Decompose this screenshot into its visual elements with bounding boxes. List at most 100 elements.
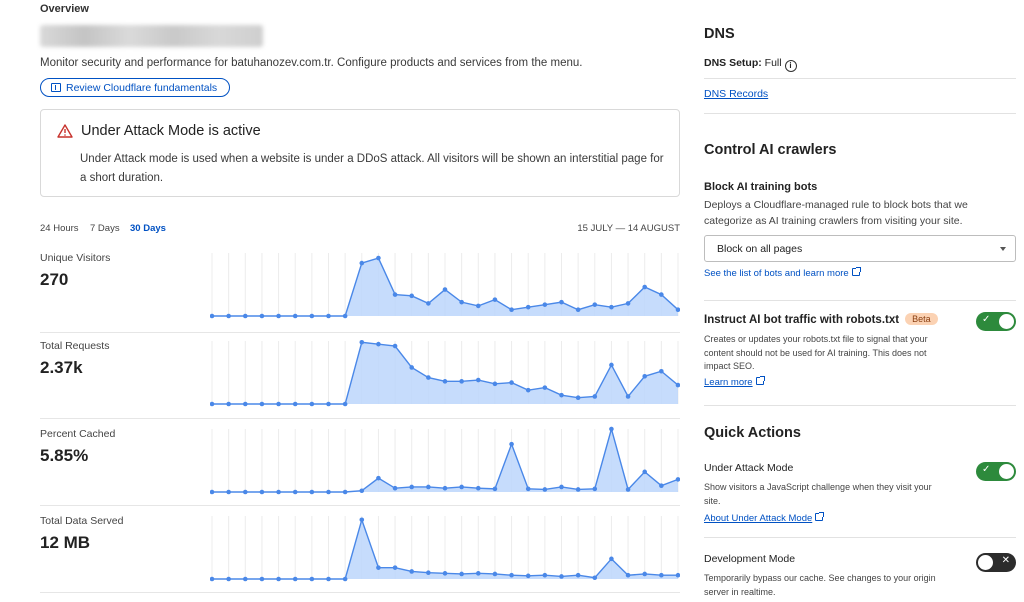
data-point[interactable]	[226, 313, 231, 319]
data-point[interactable]	[359, 339, 365, 345]
data-point[interactable]	[525, 387, 531, 393]
dev-mode-toggle[interactable]: ✕	[976, 553, 1016, 572]
data-point[interactable]	[459, 299, 464, 305]
data-point[interactable]	[542, 487, 548, 492]
data-point[interactable]	[392, 565, 398, 570]
info-icon[interactable]: i	[784, 60, 797, 72]
dns-records-link[interactable]: DNS Records	[704, 88, 768, 100]
data-point[interactable]	[542, 572, 548, 578]
data-point[interactable]	[342, 401, 348, 407]
data-point[interactable]	[326, 576, 331, 582]
data-point[interactable]	[609, 426, 614, 432]
data-point[interactable]	[475, 303, 481, 309]
data-point[interactable]	[442, 571, 448, 576]
data-point[interactable]	[376, 341, 381, 347]
data-point[interactable]	[642, 373, 648, 379]
data-point[interactable]	[475, 485, 481, 491]
data-point[interactable]	[242, 313, 248, 319]
data-point[interactable]	[292, 576, 298, 582]
data-point[interactable]	[426, 375, 431, 380]
data-point[interactable]	[392, 343, 398, 349]
data-point[interactable]	[226, 576, 231, 582]
data-point[interactable]	[625, 394, 631, 399]
uam-about-link[interactable]: About Under Attack Mode	[704, 512, 825, 524]
data-point[interactable]	[609, 304, 614, 310]
data-point[interactable]	[659, 483, 664, 488]
data-point[interactable]	[442, 287, 448, 292]
data-point[interactable]	[442, 485, 448, 491]
data-point[interactable]	[542, 302, 548, 307]
data-point[interactable]	[559, 574, 564, 579]
data-point[interactable]	[309, 576, 315, 582]
data-point[interactable]	[242, 401, 248, 407]
data-point[interactable]	[575, 487, 581, 492]
data-point[interactable]	[409, 365, 415, 370]
data-point[interactable]	[226, 401, 231, 407]
data-point[interactable]	[442, 379, 448, 384]
data-point[interactable]	[592, 486, 598, 492]
data-point[interactable]	[509, 572, 514, 578]
data-point[interactable]	[625, 572, 631, 578]
data-point[interactable]	[642, 284, 648, 290]
data-point[interactable]	[492, 381, 498, 387]
range-24-hours[interactable]: 24 Hours	[40, 223, 79, 234]
data-point[interactable]	[359, 488, 365, 494]
data-point[interactable]	[259, 313, 265, 319]
data-point[interactable]	[259, 576, 265, 582]
data-point[interactable]	[392, 292, 398, 297]
data-point[interactable]	[409, 569, 415, 574]
data-point[interactable]	[292, 313, 298, 319]
data-point[interactable]	[259, 489, 265, 495]
data-point[interactable]	[426, 570, 431, 575]
data-point[interactable]	[575, 307, 581, 312]
data-point[interactable]	[459, 571, 464, 577]
data-point[interactable]	[642, 571, 648, 577]
data-point[interactable]	[210, 576, 215, 582]
under-attack-toggle[interactable]: ✓	[976, 462, 1016, 481]
data-point[interactable]	[459, 484, 464, 490]
data-point[interactable]	[492, 486, 498, 492]
data-point[interactable]	[509, 380, 514, 385]
data-point[interactable]	[342, 489, 348, 495]
data-point[interactable]	[392, 485, 398, 491]
data-point[interactable]	[525, 573, 531, 579]
data-point[interactable]	[309, 313, 315, 319]
data-point[interactable]	[559, 392, 564, 398]
data-point[interactable]	[559, 299, 564, 305]
data-point[interactable]	[525, 304, 531, 310]
data-point[interactable]	[575, 395, 581, 400]
data-point[interactable]	[326, 489, 331, 495]
data-point[interactable]	[309, 489, 315, 495]
data-point[interactable]	[292, 489, 298, 495]
block-ai-select[interactable]: Block on all pages	[704, 235, 1016, 262]
data-point[interactable]	[342, 313, 348, 319]
data-point[interactable]	[659, 368, 664, 374]
data-point[interactable]	[525, 486, 531, 492]
data-point[interactable]	[242, 489, 248, 495]
data-point[interactable]	[625, 301, 631, 306]
data-point[interactable]	[542, 385, 548, 390]
data-point[interactable]	[276, 313, 281, 319]
data-point[interactable]	[625, 487, 631, 492]
data-point[interactable]	[409, 484, 415, 490]
data-point[interactable]	[592, 394, 598, 399]
data-point[interactable]	[426, 484, 431, 490]
data-point[interactable]	[276, 576, 281, 582]
data-point[interactable]	[309, 401, 315, 407]
data-point[interactable]	[559, 484, 564, 490]
data-point[interactable]	[609, 556, 614, 562]
data-point[interactable]	[326, 313, 331, 319]
data-point[interactable]	[575, 572, 581, 578]
data-point[interactable]	[226, 489, 231, 495]
robots-learn-more-link[interactable]: Learn more	[704, 376, 765, 388]
data-point[interactable]	[492, 297, 498, 302]
data-point[interactable]	[359, 260, 365, 266]
data-point[interactable]	[342, 576, 348, 582]
data-point[interactable]	[359, 517, 365, 523]
data-point[interactable]	[475, 377, 481, 383]
data-point[interactable]	[259, 401, 265, 407]
data-point[interactable]	[659, 292, 664, 297]
data-point[interactable]	[376, 475, 381, 481]
robots-txt-toggle[interactable]: ✓	[976, 312, 1016, 331]
data-point[interactable]	[210, 489, 215, 495]
